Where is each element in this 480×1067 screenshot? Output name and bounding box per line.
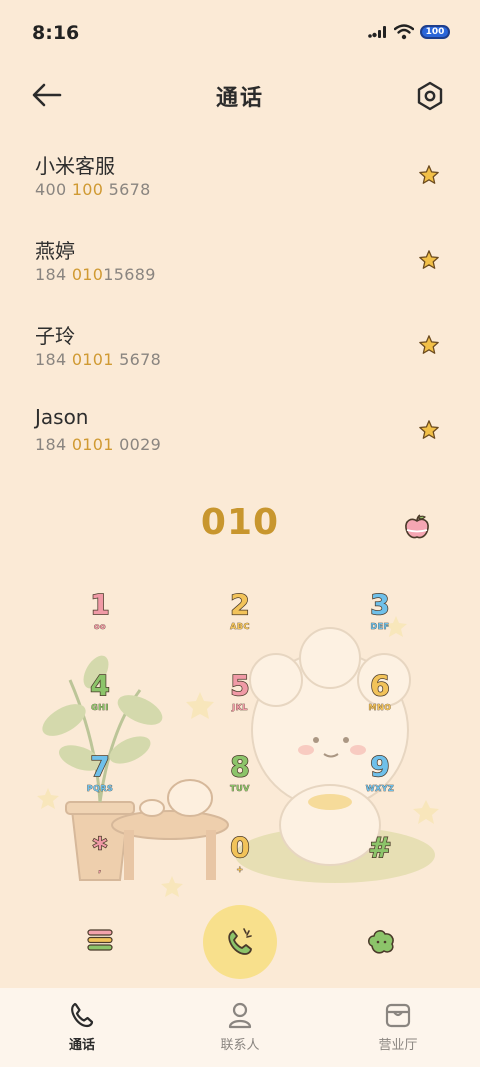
dial-key-0[interactable]: 0 +: [200, 831, 280, 893]
phone-icon: [71, 1002, 94, 1028]
signal-icon: [368, 26, 386, 38]
key-letters: PQRS: [86, 784, 114, 794]
menu-icon: [87, 929, 113, 951]
key-digit: 7: [89, 750, 110, 783]
battery-icon: 100: [420, 25, 450, 39]
dial-key-6[interactable]: 6 MNO: [340, 669, 420, 731]
dial-key-8[interactable]: 8 TUV: [200, 750, 280, 812]
key-letters: DEF: [370, 622, 390, 632]
contact-number: 400 100 5678: [35, 180, 151, 199]
key-letters: ,: [98, 865, 102, 875]
key-digit: 1: [89, 588, 110, 621]
page-title: 通话: [215, 86, 264, 111]
keypad-toggle-button[interactable]: [364, 924, 398, 958]
contact-list: 小米客服 400 100 5678 燕婷 184 01015689 子玲 184…: [0, 136, 480, 476]
key-digit: 8: [229, 750, 250, 783]
contact-item[interactable]: 小米客服 400 100 5678: [0, 136, 480, 221]
dial-key-3[interactable]: 3 DEF: [340, 588, 420, 650]
key-digit: *: [92, 831, 108, 864]
header: 通话: [0, 68, 480, 124]
key-letters: WXYZ: [365, 784, 395, 794]
key-letters: ABC: [230, 622, 250, 632]
star-icon[interactable]: [418, 334, 440, 356]
star-icon[interactable]: [418, 249, 440, 271]
key-digit: 5: [229, 669, 250, 702]
bottom-nav: 通话 联系人 营业厅: [0, 988, 480, 1067]
key-letters: TUV: [230, 784, 250, 794]
contact-name: 小米客服: [35, 154, 115, 178]
nav-tab-contacts[interactable]: 联系人: [180, 1000, 300, 1053]
contact-number: 184 0101 5678: [35, 350, 162, 369]
dial-key-1[interactable]: 1 oo: [60, 588, 140, 650]
dial-key-star[interactable]: * ,: [60, 831, 140, 893]
key-digit: #: [368, 831, 393, 864]
key-letters: MNO: [368, 703, 392, 713]
dial-key-4[interactable]: 4 GHI: [60, 669, 140, 731]
apple-button[interactable]: [402, 512, 434, 544]
key-letters: oo: [94, 622, 106, 632]
key-digit: 3: [369, 588, 390, 621]
key-digit: 0: [229, 831, 250, 864]
dial-key-5[interactable]: 5 JKL: [200, 669, 280, 731]
key-digit: 2: [229, 588, 250, 621]
nav-label: 通话: [68, 1038, 95, 1053]
phone-icon: [228, 928, 252, 955]
key-letters: JKL: [232, 703, 248, 713]
key-digit: 9: [369, 750, 390, 783]
contact-item[interactable]: Jason 184 0101 0029: [0, 391, 480, 476]
settings-button[interactable]: [410, 76, 450, 116]
gear-icon: [417, 81, 443, 111]
dial-key-9[interactable]: 9 WXYZ: [340, 750, 420, 812]
dial-key-hash[interactable]: #: [340, 831, 420, 893]
contact-item[interactable]: 子玲 184 0101 5678: [0, 306, 480, 391]
nav-label: 联系人: [220, 1038, 260, 1053]
person-icon: [228, 1002, 252, 1029]
contact-number: 184 01015689: [35, 265, 156, 284]
call-button[interactable]: [203, 905, 277, 979]
star-icon[interactable]: [418, 419, 440, 441]
contact-number: 184 0101 0029: [35, 435, 162, 454]
nav-tab-calls[interactable]: 通话: [22, 1000, 142, 1053]
menu-button[interactable]: [84, 924, 116, 956]
status-bar: 8:16 100: [0, 0, 480, 64]
apple-icon: [405, 514, 429, 539]
dial-key-2[interactable]: 2 ABC: [200, 588, 280, 650]
nav-label: 营业厅: [378, 1038, 418, 1053]
star-icon[interactable]: [418, 164, 440, 186]
key-letters: GHI: [91, 703, 109, 713]
contact-name: 子玲: [35, 324, 75, 348]
nav-tab-store[interactable]: 营业厅: [338, 1000, 458, 1053]
wifi-icon: [394, 24, 414, 40]
contact-name: 燕婷: [35, 239, 75, 263]
contact-name: Jason: [35, 405, 89, 429]
dial-key-7[interactable]: 7 PQRS: [60, 750, 140, 812]
store-icon: [385, 1003, 411, 1028]
key-letters: +: [236, 865, 244, 875]
key-digit: 6: [369, 669, 390, 702]
contact-item[interactable]: 燕婷 184 01015689: [0, 221, 480, 306]
keypad-hide-icon: [368, 930, 394, 954]
key-digit: 4: [89, 669, 110, 702]
status-time: 8:16: [32, 22, 80, 44]
status-icons: 100: [368, 24, 450, 40]
